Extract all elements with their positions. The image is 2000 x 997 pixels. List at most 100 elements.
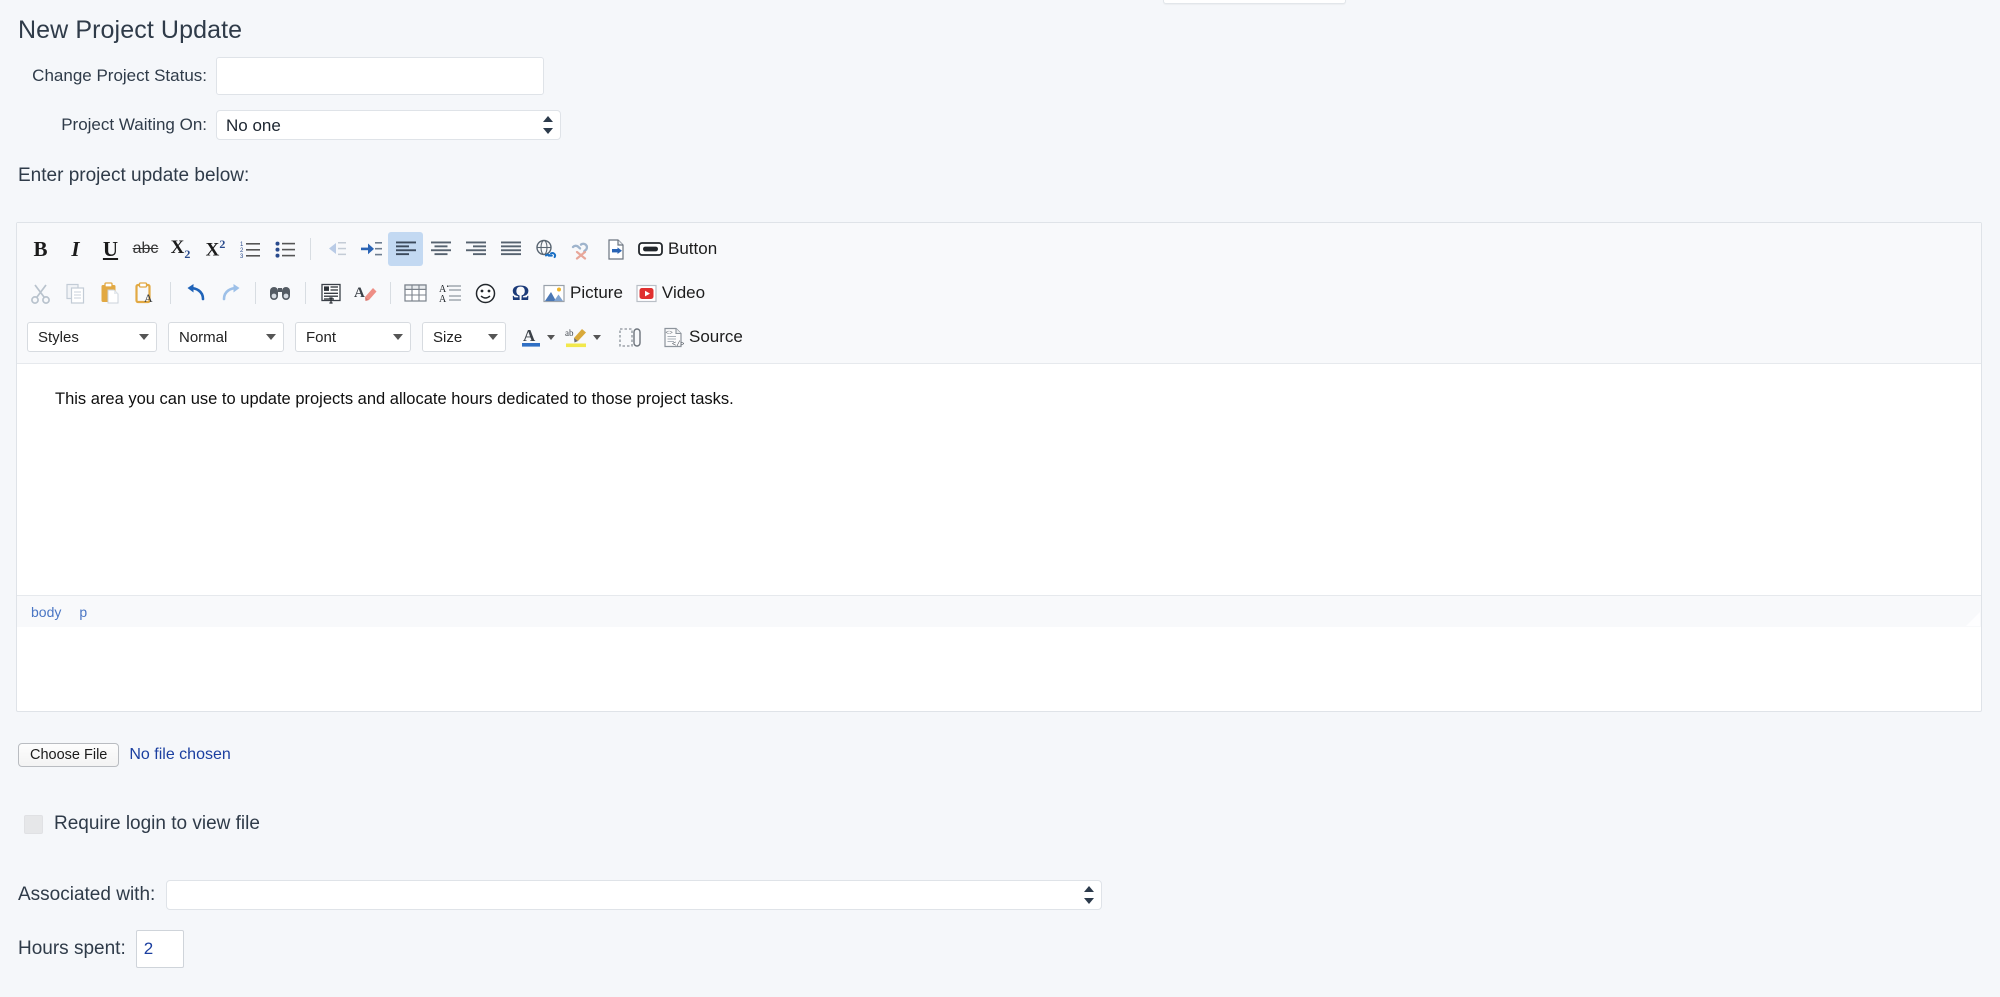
- chevron-down-icon: [488, 334, 498, 340]
- file-upload-row: Choose File No file chosen: [18, 743, 231, 767]
- project-waiting-on-select[interactable]: No one: [216, 110, 561, 140]
- justify-icon[interactable]: [493, 232, 528, 266]
- paste-as-text-icon[interactable]: A: [128, 276, 163, 310]
- button-tool[interactable]: Button: [633, 232, 725, 266]
- project-waiting-on-label: Project Waiting On:: [61, 115, 207, 134]
- remove-format-icon[interactable]: A: [348, 276, 383, 310]
- align-right-icon[interactable]: [458, 232, 493, 266]
- find-icon[interactable]: [263, 276, 298, 310]
- editor-content-area[interactable]: This area you can use to update projects…: [17, 364, 1981, 627]
- styles-dropdown[interactable]: Styles: [27, 322, 157, 352]
- change-project-status-row: Change Project Status:: [18, 57, 544, 95]
- align-left-icon[interactable]: [388, 232, 423, 266]
- require-login-label: Require login to view file: [54, 813, 260, 834]
- align-center-icon[interactable]: [423, 232, 458, 266]
- picture-tool[interactable]: Picture: [538, 276, 631, 310]
- chevron-down-icon: [393, 334, 403, 340]
- line-height-icon[interactable]: A A: [433, 276, 468, 310]
- paste-icon[interactable]: [93, 276, 128, 310]
- associated-with-label: Associated with:: [18, 884, 156, 905]
- picture-icon: [543, 284, 565, 303]
- elements-path-bar: body p: [17, 595, 1981, 627]
- numbered-list-icon[interactable]: 1 2 3: [233, 232, 268, 266]
- svg-text:</>: </>: [672, 341, 684, 348]
- picture-label: Picture: [570, 283, 623, 302]
- bulleted-list-icon[interactable]: [268, 232, 303, 266]
- font-dropdown-value: Font: [306, 328, 337, 346]
- svg-text:A: A: [439, 294, 447, 303]
- button-tool-label: Button: [668, 239, 718, 258]
- format-dropdown-value: Normal: [179, 328, 228, 346]
- toolbar-separator: [255, 282, 256, 304]
- svg-text:A: A: [523, 326, 536, 345]
- editor-paragraph: This area you can use to update projects…: [55, 390, 734, 408]
- cut-icon[interactable]: [23, 276, 58, 310]
- source-tool[interactable]: <> </> Source: [658, 320, 751, 354]
- associated-with-select[interactable]: [166, 880, 1103, 910]
- hours-spent-input[interactable]: [135, 930, 184, 968]
- svg-text:A: A: [144, 291, 153, 304]
- rich-text-editor: B I U abc X2 X2 1 2 3 Button A A A A Ω P…: [16, 222, 1982, 712]
- svg-text:A: A: [354, 285, 365, 301]
- choose-file-button[interactable]: Choose File: [18, 743, 120, 767]
- text-color-icon: A: [521, 326, 542, 348]
- video-label: Video: [661, 283, 706, 302]
- change-project-status-input[interactable]: [216, 57, 544, 95]
- hours-spent-row: Hours spent:: [18, 930, 184, 968]
- unlink-icon[interactable]: [563, 232, 598, 266]
- underline-icon[interactable]: U: [93, 232, 128, 266]
- background-color-button[interactable]: ab: [561, 320, 605, 354]
- toolbar-row-3: Styles Normal Font Size A ab <> </> Sour…: [23, 315, 1975, 359]
- video-icon: [636, 284, 657, 303]
- special-character-icon[interactable]: Ω: [503, 276, 538, 310]
- smiley-icon[interactable]: [468, 276, 503, 310]
- project-update-page: New Project Update Change Project Status…: [0, 0, 2000, 997]
- enter-update-heading: Enter project update below:: [18, 165, 250, 186]
- decrease-indent-icon[interactable]: [318, 232, 353, 266]
- require-login-row: Require login to view file: [24, 813, 260, 835]
- subscript-icon[interactable]: X2: [163, 232, 198, 266]
- button-tool-icon: [638, 241, 663, 257]
- undo-icon[interactable]: [178, 276, 213, 310]
- require-login-checkbox[interactable]: [24, 814, 43, 834]
- toolbar-row-1: B I U abc X2 X2 1 2 3 Button: [23, 227, 1975, 271]
- bold-icon[interactable]: B: [23, 232, 58, 266]
- chevron-down-icon: [547, 334, 555, 340]
- font-dropdown[interactable]: Font: [295, 322, 411, 352]
- toolbar-separator: [310, 238, 311, 260]
- source-icon: <> </>: [663, 327, 684, 348]
- toolbar-row-2: A A A A Ω Picture Video: [23, 271, 1975, 315]
- cutoff-top-element: [1163, 0, 1346, 4]
- elements-path-p[interactable]: p: [79, 604, 87, 620]
- hours-spent-label: Hours spent:: [18, 938, 126, 959]
- styles-dropdown-value: Styles: [38, 328, 79, 346]
- redo-icon[interactable]: [213, 276, 248, 310]
- size-dropdown[interactable]: Size: [422, 322, 506, 352]
- elements-path-body[interactable]: body: [31, 604, 61, 620]
- svg-text:ab: ab: [565, 328, 574, 338]
- svg-text:<>: <>: [666, 329, 674, 336]
- increase-indent-icon[interactable]: [353, 232, 388, 266]
- editor-toolbar: B I U abc X2 X2 1 2 3 Button A A A A Ω P…: [17, 223, 1981, 364]
- editor-resize-handle[interactable]: [1964, 610, 1980, 626]
- highlight-icon: ab: [565, 326, 588, 348]
- table-icon[interactable]: [398, 276, 433, 310]
- strikethrough-icon[interactable]: abc: [128, 232, 163, 266]
- toolbar-separator: [170, 282, 171, 304]
- size-dropdown-value: Size: [433, 328, 463, 346]
- associated-with-row: Associated with:: [18, 880, 1103, 910]
- format-dropdown[interactable]: Normal: [168, 322, 284, 352]
- italic-icon[interactable]: I: [58, 232, 93, 266]
- anchor-icon[interactable]: [598, 232, 633, 266]
- copy-icon[interactable]: [58, 276, 93, 310]
- chevron-down-icon: [593, 334, 601, 340]
- svg-text:3: 3: [240, 254, 244, 259]
- select-all-icon[interactable]: [313, 276, 348, 310]
- text-color-button[interactable]: A: [517, 320, 559, 354]
- superscript-icon[interactable]: X2: [198, 232, 233, 266]
- video-tool[interactable]: Video: [631, 276, 713, 310]
- associated-with-select-wrap: [166, 880, 1103, 910]
- link-icon[interactable]: [528, 232, 563, 266]
- maximize-icon[interactable]: [613, 320, 648, 354]
- chevron-down-icon: [139, 334, 149, 340]
